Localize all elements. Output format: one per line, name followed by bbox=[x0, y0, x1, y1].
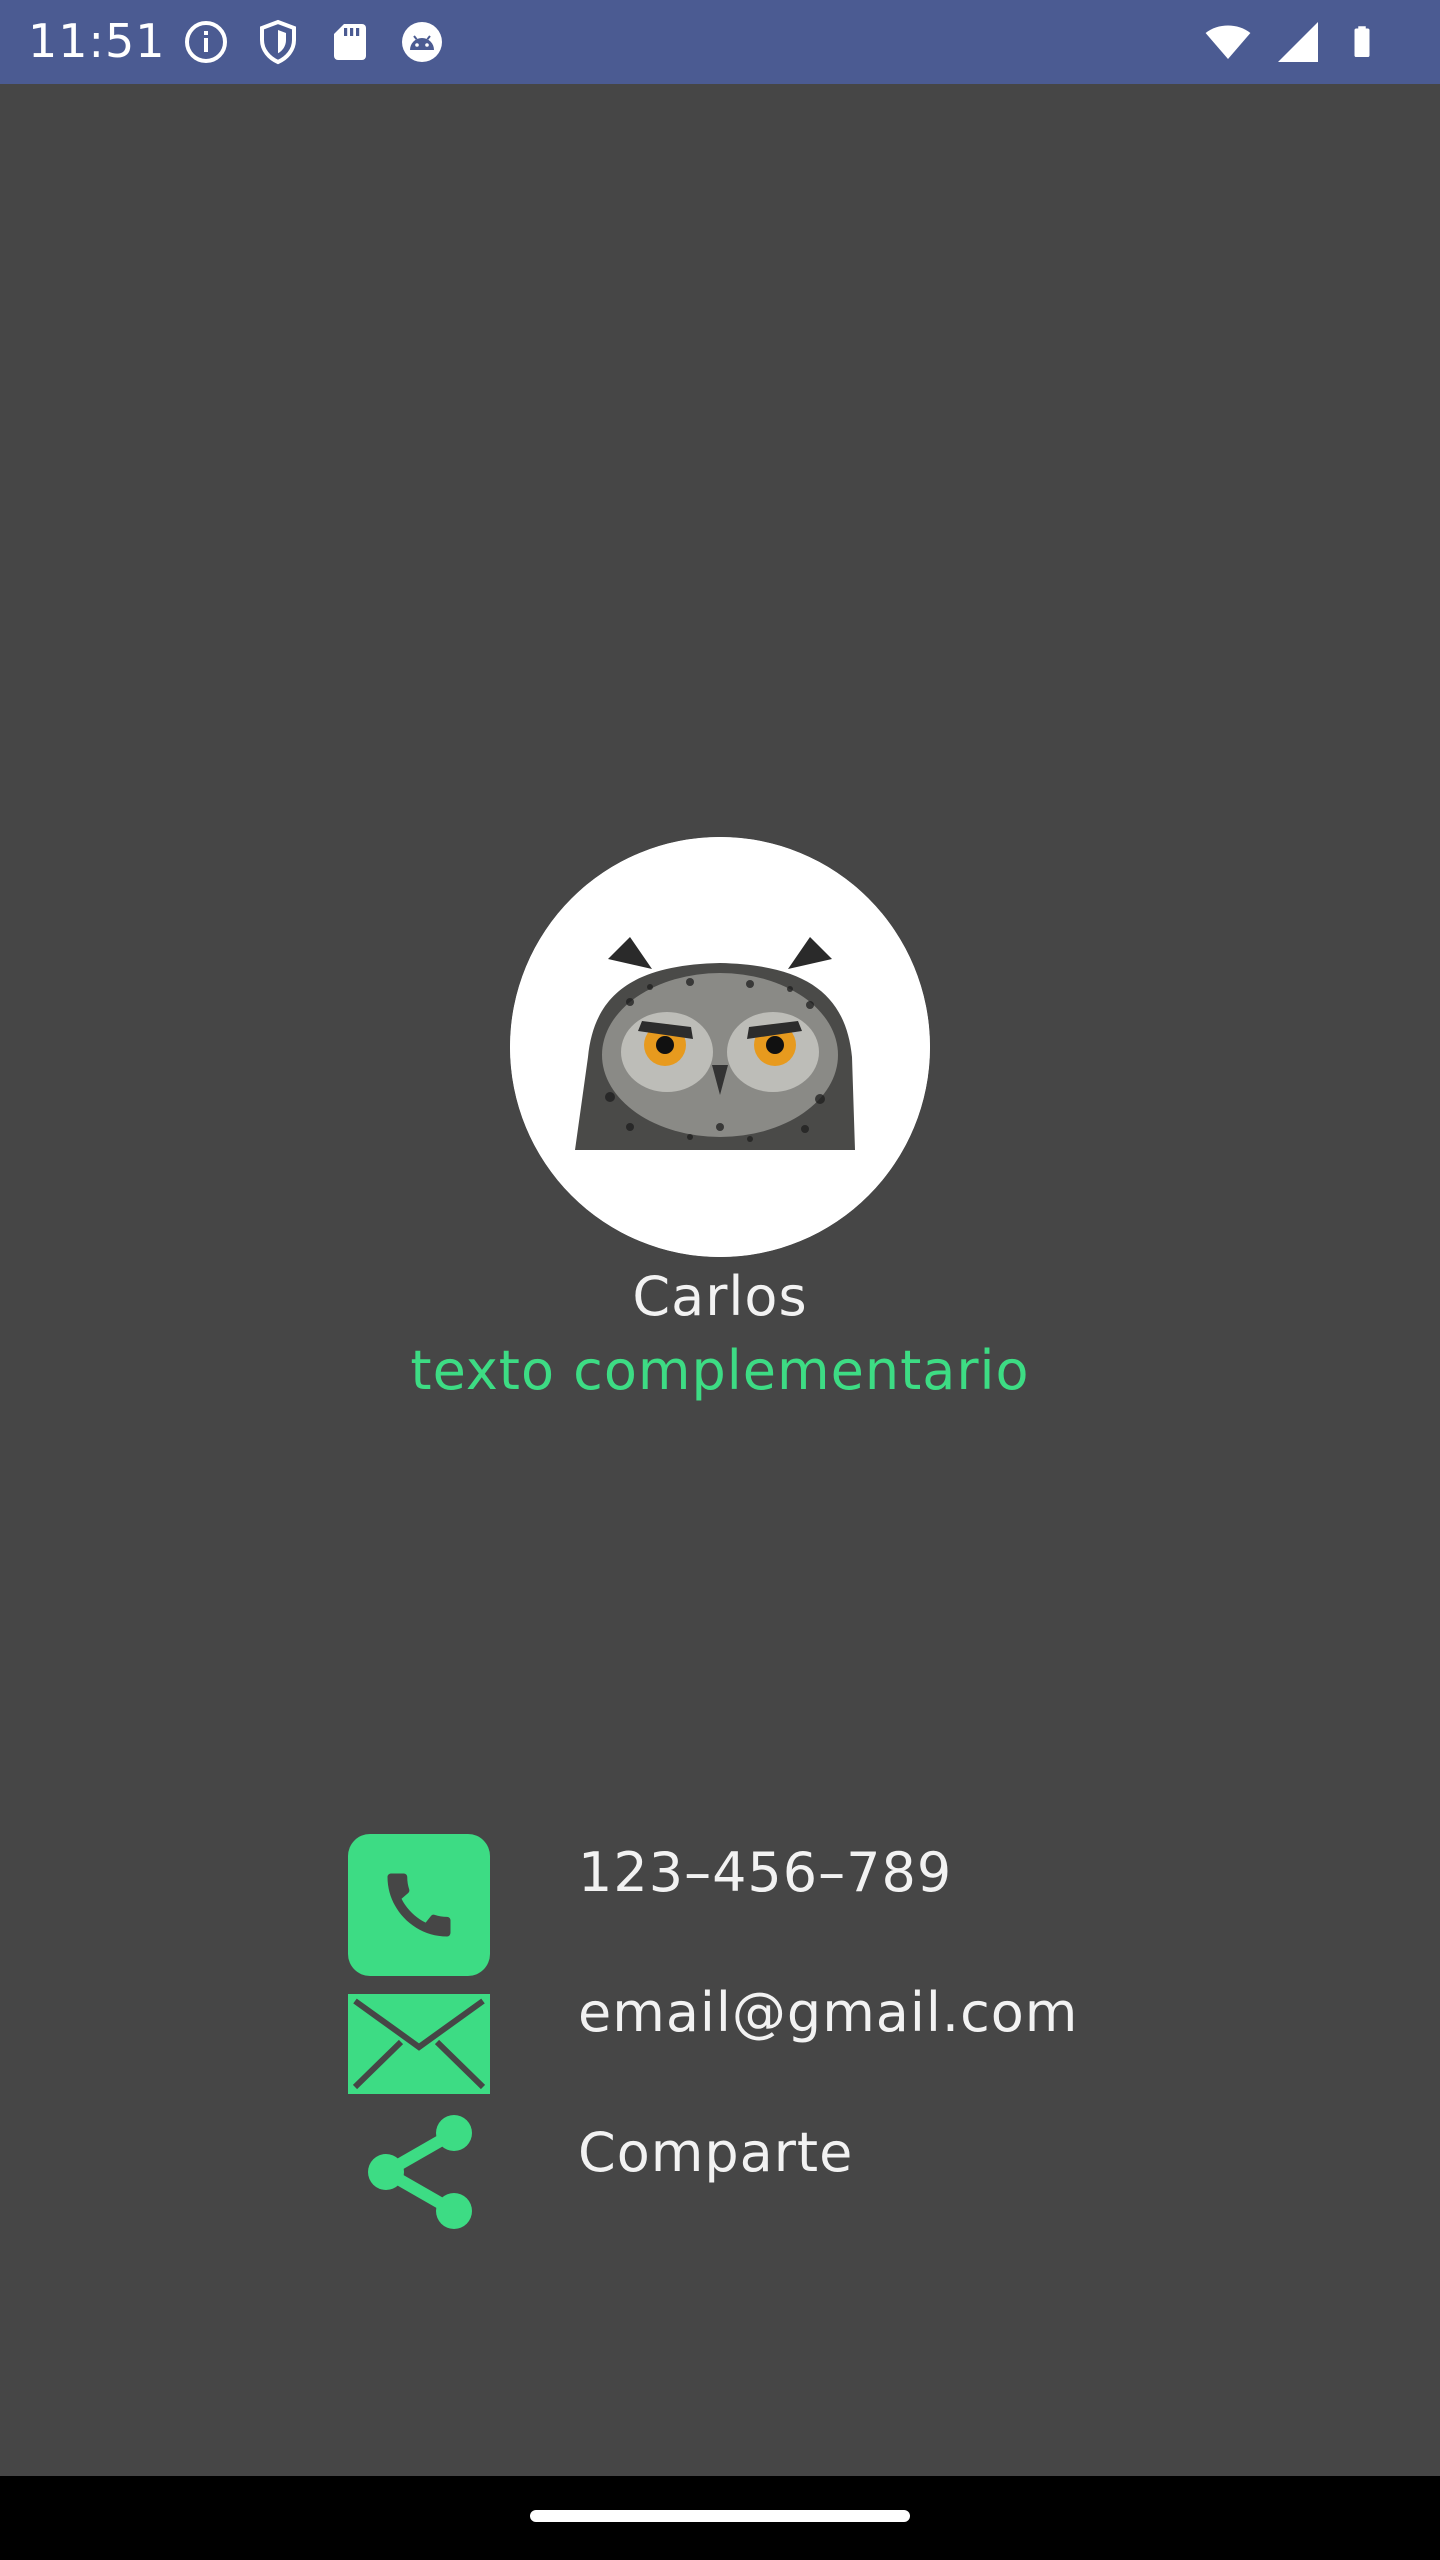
email-address[interactable]: email@gmail.com bbox=[578, 1978, 1078, 2048]
share-label[interactable]: Comparte bbox=[578, 2118, 853, 2188]
cell-signal-icon bbox=[1278, 22, 1318, 62]
profile-avatar[interactable] bbox=[510, 837, 930, 1257]
phone-icon[interactable] bbox=[348, 1834, 490, 1976]
status-bar: 11:51 bbox=[0, 0, 1440, 84]
battery-icon bbox=[1354, 26, 1370, 57]
profile-subtitle: texto complementario bbox=[410, 1339, 1030, 1402]
shield-icon bbox=[260, 19, 296, 65]
navigation-bar bbox=[0, 2476, 1440, 2560]
status-icons-right bbox=[1204, 18, 1380, 66]
sd-card-icon bbox=[334, 24, 366, 60]
email-icon[interactable] bbox=[348, 1994, 490, 2094]
wifi-icon bbox=[1205, 25, 1251, 59]
info-icon bbox=[185, 21, 227, 63]
phone-number[interactable]: 123–456–789 bbox=[578, 1838, 952, 1908]
status-icons-left bbox=[182, 18, 446, 66]
android-debug-icon bbox=[402, 22, 442, 62]
owl-photo bbox=[510, 837, 930, 1257]
share-icon[interactable] bbox=[348, 2112, 490, 2232]
profile-name: Carlos bbox=[632, 1265, 808, 1328]
status-time: 11:51 bbox=[28, 14, 166, 68]
home-gesture-handle[interactable] bbox=[530, 2510, 910, 2522]
